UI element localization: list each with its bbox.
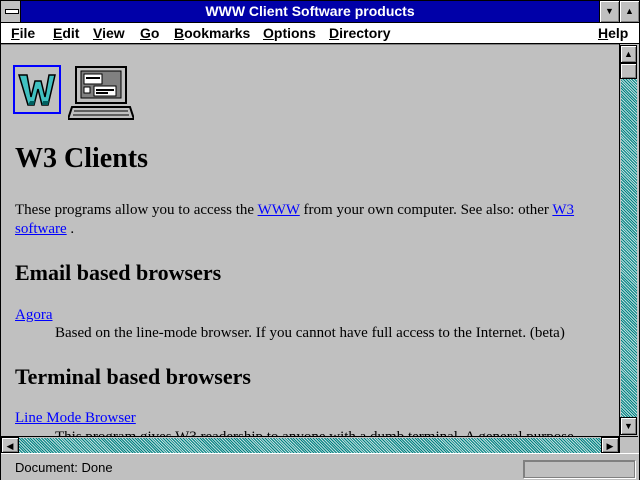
arrow-left-icon: ◀ [6, 441, 14, 451]
list-item-term: Line Mode Browser [15, 409, 136, 428]
status-bar: Document: Done [1, 453, 639, 480]
page-title: W3 Clients [15, 143, 148, 174]
document-view[interactable]: W3 Clients These programs allow you to a… [1, 44, 619, 437]
w3-logo-glyph [17, 74, 56, 106]
maximize-icon: ▲ [625, 6, 634, 16]
scroll-down-button[interactable]: ▼ [620, 417, 637, 435]
section-heading-email: Email based browsers [15, 260, 222, 285]
arrow-right-icon: ▶ [606, 441, 614, 451]
vertical-scrollbar[interactable]: ▲ ▼ [619, 44, 638, 436]
computer-icon [66, 65, 136, 121]
vertical-scroll-thumb[interactable] [620, 63, 637, 79]
menu-bar: File Edit View Go Bookmarks Options Dire… [1, 23, 639, 44]
scrollbar-corner [619, 436, 638, 453]
menu-file[interactable]: File [11, 24, 35, 42]
link-www[interactable]: WWW [258, 202, 300, 218]
section-heading-terminal: Terminal based browsers [15, 364, 251, 389]
intro-text-2: from your own computer. See also: other [299, 202, 553, 218]
system-menu-icon [5, 9, 19, 14]
status-text: Document: Done [15, 460, 113, 475]
window-title: WWW Client Software products [205, 3, 415, 19]
scroll-up-button[interactable]: ▲ [620, 45, 637, 63]
menu-bookmarks[interactable]: Bookmarks [174, 24, 250, 42]
menu-go[interactable]: Go [140, 24, 159, 42]
minimize-icon: ▼ [605, 6, 614, 16]
w3-logo-icon[interactable] [13, 65, 61, 114]
horizontal-scrollbar[interactable]: ◀ ▶ [1, 436, 619, 453]
maximize-button[interactable]: ▲ [619, 1, 639, 22]
minimize-button[interactable]: ▼ [599, 1, 619, 22]
horizontal-scroll-track[interactable] [19, 438, 601, 453]
scroll-left-button[interactable]: ◀ [1, 437, 19, 453]
list-item-description: Based on the line-mode browser. If you c… [55, 325, 565, 341]
intro-text-3: . [66, 221, 75, 237]
menu-options[interactable]: Options [263, 24, 316, 42]
arrow-up-icon: ▲ [624, 49, 633, 59]
system-menu-button[interactable] [1, 1, 21, 22]
link-line-mode-browser[interactable]: Line Mode Browser [15, 410, 136, 426]
link-agora[interactable]: Agora [15, 307, 53, 323]
vertical-scroll-track[interactable] [621, 63, 637, 417]
list-item-term: Agora [15, 306, 53, 325]
browser-window: WWW Client Software products ▼ ▲ File Ed… [0, 0, 640, 480]
menu-directory[interactable]: Directory [329, 24, 390, 42]
menu-help[interactable]: Help [598, 24, 628, 42]
progress-indicator [523, 460, 635, 478]
menu-view[interactable]: View [93, 24, 125, 42]
arrow-down-icon: ▼ [624, 421, 633, 431]
computer-glyph [66, 66, 136, 120]
title-bar[interactable]: WWW Client Software products ▼ ▲ [1, 1, 639, 23]
scroll-right-button[interactable]: ▶ [601, 437, 619, 453]
intro-paragraph: These programs allow you to access the W… [15, 201, 605, 239]
menu-edit[interactable]: Edit [53, 24, 79, 42]
intro-text-1: These programs allow you to access the [15, 202, 258, 218]
